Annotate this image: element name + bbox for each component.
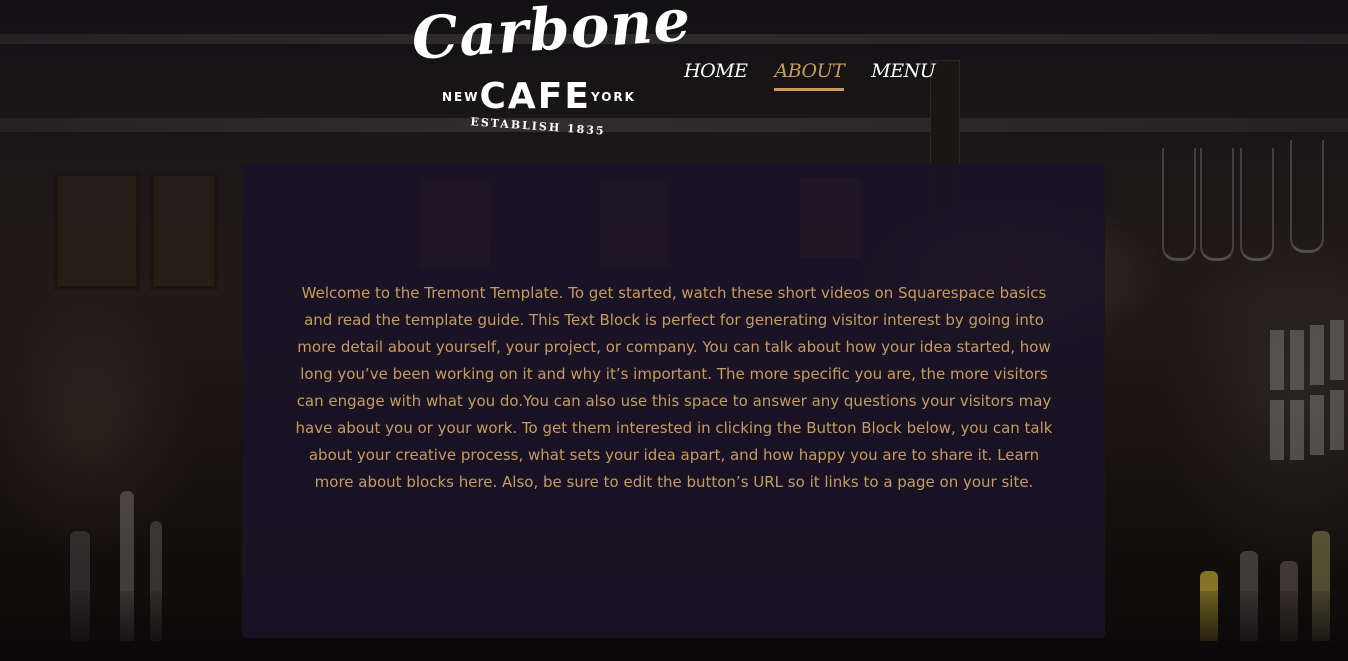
hanging-glass xyxy=(1162,148,1196,261)
bottle xyxy=(70,531,90,641)
nav-item-about[interactable]: ABOUT xyxy=(774,58,845,91)
window-pane xyxy=(1330,320,1344,380)
page: Carbone NEW CAFE YORK ESTABLISH 1835 HOM… xyxy=(0,0,1348,661)
wall-poster xyxy=(150,172,218,290)
site-logo[interactable]: Carbone NEW CAFE YORK ESTABLISH 1835 xyxy=(408,0,694,150)
main-nav: HOME ABOUT MENU xyxy=(684,58,962,91)
beer-tap xyxy=(120,491,134,641)
window-pane xyxy=(1310,325,1324,385)
site-header: Carbone NEW CAFE YORK ESTABLISH 1835 HOM… xyxy=(0,0,1348,150)
window-pane xyxy=(1330,390,1344,450)
bottle xyxy=(1312,531,1330,641)
hanging-glass xyxy=(1240,148,1274,261)
nav-item-menu[interactable]: MENU xyxy=(871,58,935,88)
about-text-panel: Welcome to the Tremont Template. To get … xyxy=(242,164,1105,638)
bottle xyxy=(1200,571,1218,641)
wall-poster xyxy=(54,172,140,290)
beer-tap xyxy=(150,521,162,641)
bottle xyxy=(1240,551,1258,641)
window-pane xyxy=(1310,395,1324,455)
window-pane xyxy=(1270,330,1284,390)
window-pane xyxy=(1270,400,1284,460)
nav-item-home[interactable]: HOME xyxy=(684,58,748,88)
logo-right-word: YORK xyxy=(590,90,636,104)
logo-main-word: CAFE xyxy=(479,76,591,117)
logo-cafe-row: NEW CAFE YORK xyxy=(442,78,634,116)
logo-tagline: ESTABLISH 1835 xyxy=(470,115,606,138)
bottle xyxy=(1280,561,1298,641)
hanging-glass xyxy=(1290,140,1324,253)
logo-left-word: NEW xyxy=(442,90,480,104)
window-pane xyxy=(1290,330,1304,390)
window-pane xyxy=(1290,400,1304,460)
hanging-glass xyxy=(1200,148,1234,261)
logo-script-text: Carbone xyxy=(409,0,694,73)
about-body-text: Welcome to the Tremont Template. To get … xyxy=(295,284,1053,491)
